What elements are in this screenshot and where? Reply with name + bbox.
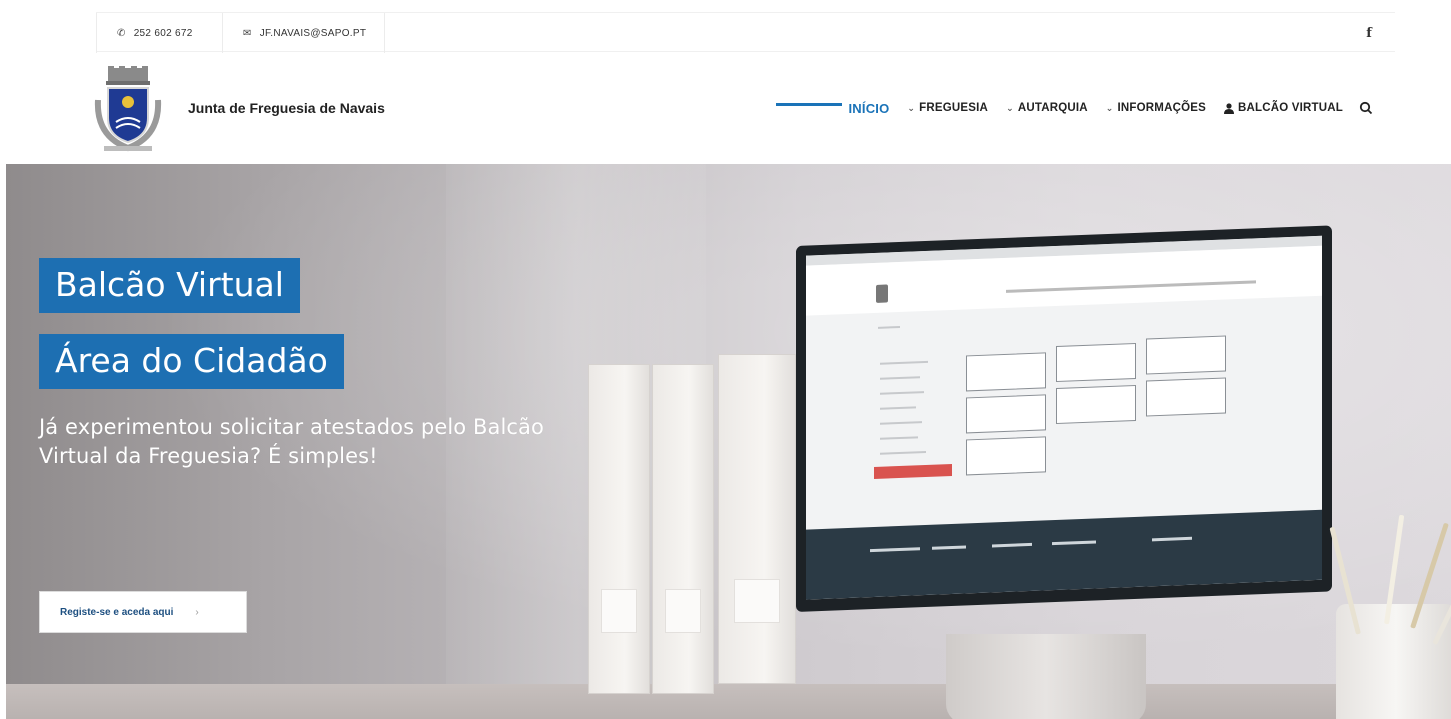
chevron-down-icon: ⌄ (907, 102, 916, 113)
nav-inicio[interactable]: INÍCIO (848, 101, 889, 116)
screen-red-button (874, 464, 952, 480)
top-bar-inner: ✆ 252 602 672 ✉ JF.NAVAIS@SAPO.PT f (96, 12, 1395, 53)
hero-lead-text: Já experimentou solicitar atestados pelo… (39, 415, 544, 468)
hero-title-area: Área do Cidadão (39, 334, 344, 389)
search-icon[interactable] (1359, 101, 1373, 115)
screen-card (1146, 377, 1226, 417)
email-contact[interactable]: ✉ JF.NAVAIS@SAPO.PT (222, 13, 386, 53)
monitor-image (796, 225, 1332, 612)
binder-label (734, 579, 780, 623)
top-bar: ✆ 252 602 672 ✉ JF.NAVAIS@SAPO.PT f (0, 0, 1451, 56)
monitor-screen (806, 235, 1322, 600)
hero-title-balcao: Balcão Virtual (39, 258, 300, 313)
screen-card (966, 352, 1046, 392)
chevron-down-icon: ⌄ (1105, 102, 1114, 113)
binder-label (665, 589, 701, 633)
envelope-icon: ✉ (243, 27, 252, 39)
chevron-right-icon: › (195, 606, 199, 618)
pencil-cup-image (1329, 514, 1451, 719)
nav-freguesia-label: FREGUESIA (919, 102, 989, 114)
phone-number: 252 602 672 (133, 27, 193, 39)
phone-contact[interactable]: ✆ 252 602 672 (96, 13, 213, 53)
nav-informacoes-label: INFORMAÇÕES (1117, 102, 1206, 114)
screen-text-line (880, 451, 926, 455)
desk-surface (6, 684, 1451, 719)
register-button-label: Registe-se e aceda aqui (60, 606, 174, 618)
binder-image (718, 354, 796, 684)
nav-autarquia-label: AUTARQUIA (1017, 102, 1088, 114)
screen-footer-line (1152, 536, 1192, 542)
screen-footer-line (992, 542, 1032, 548)
screen-text-line (880, 421, 922, 425)
screen-nav (1006, 280, 1256, 293)
nav-inicio-label: INÍCIO (848, 100, 890, 116)
screen-card (966, 436, 1046, 476)
screen-text-line (880, 436, 918, 440)
chevron-down-icon: ⌄ (1006, 102, 1014, 113)
binder-image (652, 364, 714, 694)
screen-footer (806, 509, 1322, 600)
register-button[interactable]: Registe-se e aceda aqui › (39, 591, 247, 633)
screen-text-line (878, 326, 900, 329)
screen-card (1056, 384, 1136, 425)
nav-balcao-label: BALCÃO VIRTUAL (1237, 102, 1343, 114)
site-title[interactable]: Junta de Freguesia de Navais (188, 100, 385, 116)
screen-card (966, 394, 1046, 434)
screen-footer-line (932, 545, 966, 550)
screen-card (1146, 335, 1226, 375)
binder-image (588, 364, 650, 694)
screen-logo (876, 284, 888, 303)
screen-footer-line (870, 547, 920, 553)
screen-card (1056, 342, 1136, 383)
active-nav-indicator (776, 103, 842, 106)
facebook-icon[interactable]: f (1357, 13, 1381, 53)
main-nav: INÍCIO ⌄ FREGUESIA ⌄ AUTARQUIA ⌄ INFORMA… (848, 94, 1373, 122)
nav-autarquia[interactable]: ⌄ AUTARQUIA (1006, 102, 1088, 114)
nav-freguesia[interactable]: ⌄ FREGUESIA (907, 102, 988, 114)
screen-text-line (880, 360, 928, 365)
monitor-stand (946, 634, 1146, 719)
nav-balcao-virtual[interactable]: BALCÃO VIRTUAL (1223, 102, 1343, 114)
screen-text-line (880, 406, 916, 410)
site-header: Junta de Freguesia de Navais INÍCIO ⌄ FR… (0, 56, 1451, 164)
binder-label (601, 589, 637, 633)
coat-of-arms-logo[interactable] (94, 66, 162, 152)
screen-text-line (880, 376, 920, 380)
screen-text-line (880, 391, 924, 395)
nav-informacoes[interactable]: ⌄ INFORMAÇÕES (1106, 102, 1206, 114)
email-address: JF.NAVAIS@SAPO.PT (259, 27, 367, 39)
phone-icon: ✆ (117, 27, 126, 39)
screen-footer-line (1052, 540, 1096, 546)
user-icon (1223, 102, 1234, 114)
